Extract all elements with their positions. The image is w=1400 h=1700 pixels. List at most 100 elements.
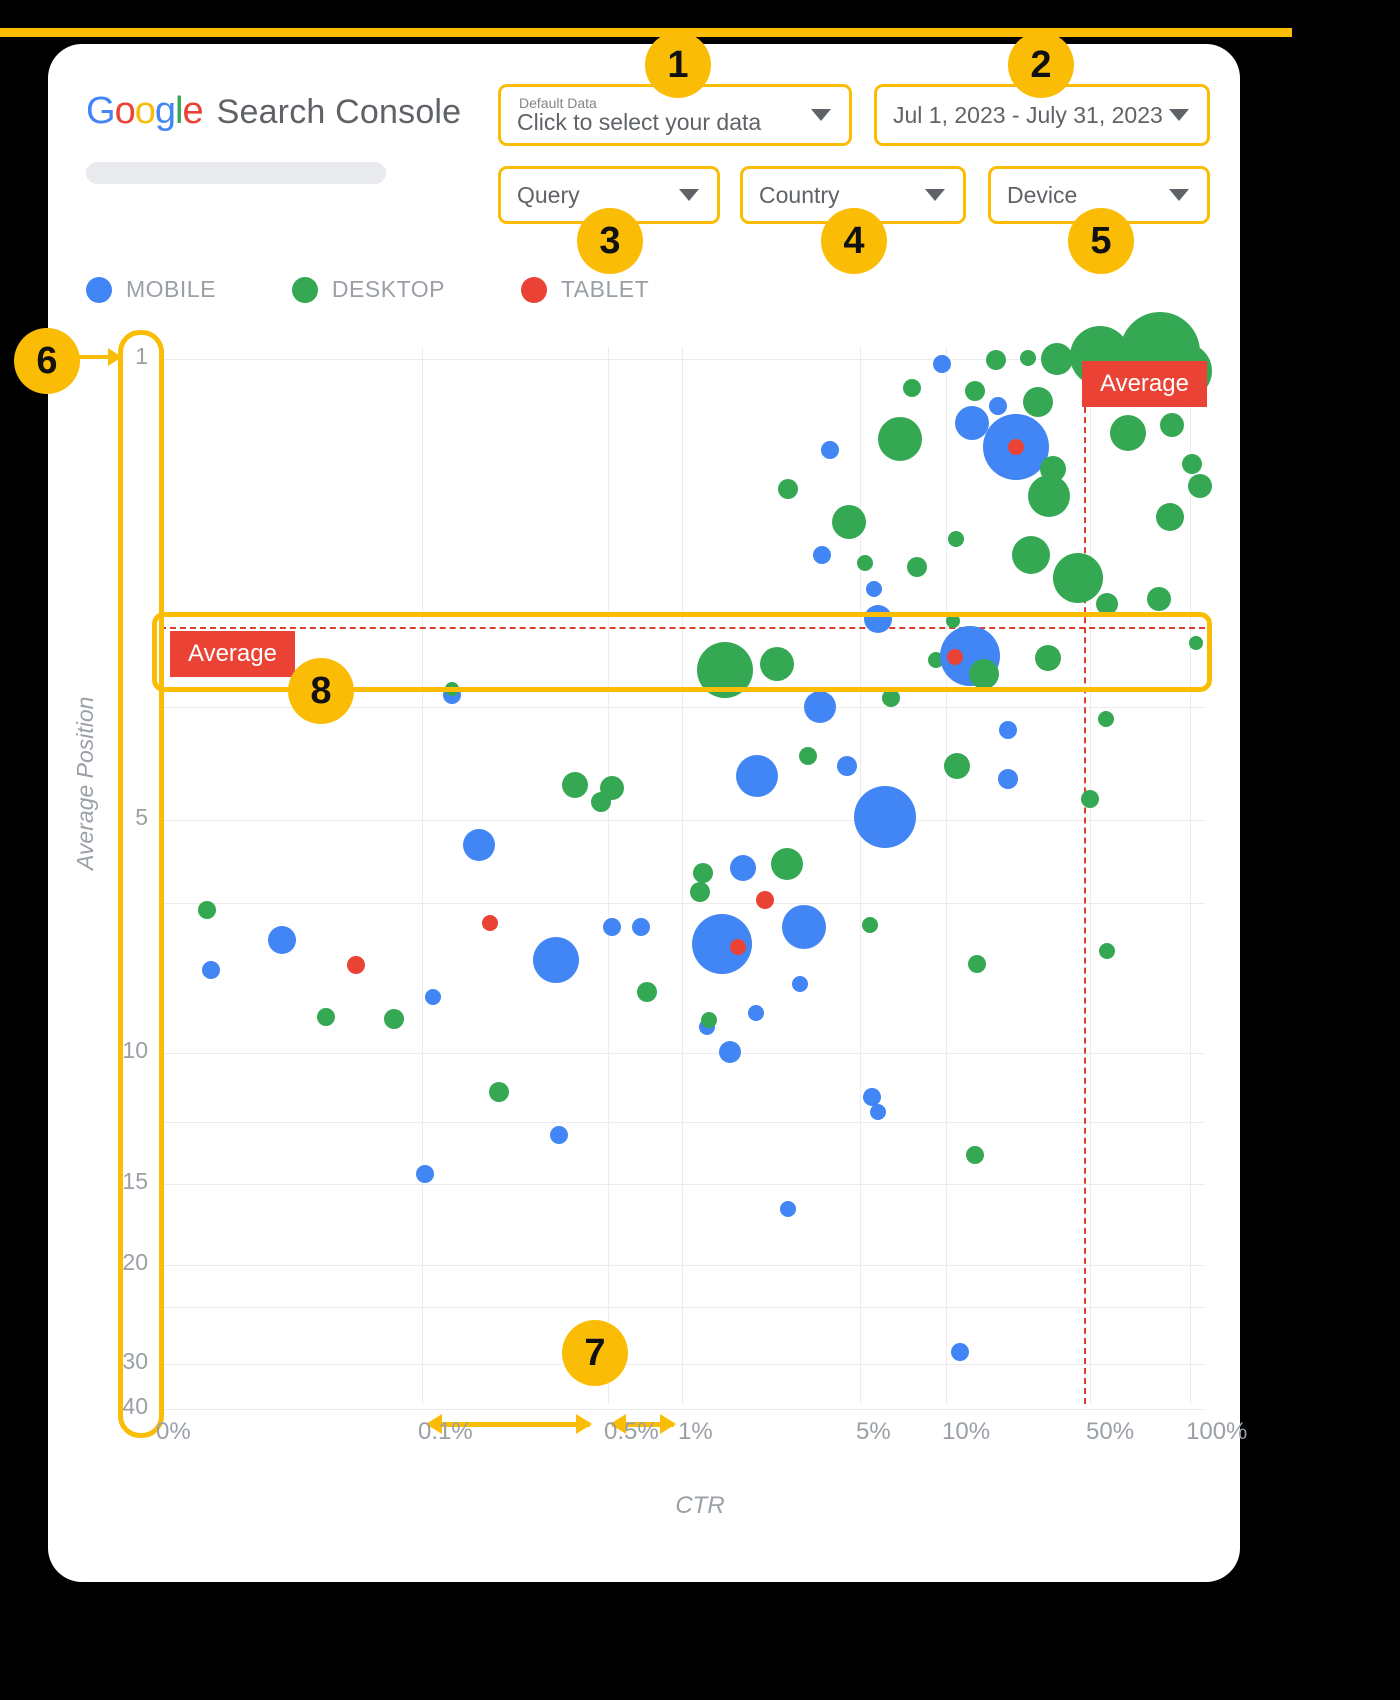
- data-bubble[interactable]: [198, 901, 216, 919]
- data-bubble[interactable]: [317, 1008, 335, 1026]
- data-bubble[interactable]: [693, 863, 713, 883]
- data-bubble[interactable]: [1189, 636, 1203, 650]
- data-bubble[interactable]: [268, 926, 296, 954]
- data-bubble[interactable]: [1188, 474, 1212, 498]
- data-bubble[interactable]: [907, 557, 927, 577]
- data-bubble[interactable]: [1096, 593, 1118, 615]
- data-bubble[interactable]: [951, 1343, 969, 1361]
- data-bubble[interactable]: [562, 772, 588, 798]
- data-bubble[interactable]: [989, 397, 1007, 415]
- data-bubble[interactable]: [882, 689, 900, 707]
- data-bubble[interactable]: [637, 982, 657, 1002]
- data-bubble[interactable]: [1081, 790, 1099, 808]
- data-bubble[interactable]: [999, 721, 1017, 739]
- data-bubble[interactable]: [955, 406, 989, 440]
- data-bubble[interactable]: [701, 1012, 717, 1028]
- data-bubble[interactable]: [799, 747, 817, 765]
- data-bubble[interactable]: [947, 649, 963, 665]
- legend-item-desktop[interactable]: DESKTOP: [291, 276, 445, 303]
- y-gridline: [160, 1265, 1205, 1266]
- data-bubble[interactable]: [832, 505, 866, 539]
- data-bubble[interactable]: [482, 915, 498, 931]
- data-bubble[interactable]: [533, 937, 579, 983]
- scatter-plot[interactable]: Average Average: [160, 312, 1212, 1410]
- legend-item-tablet[interactable]: TABLET: [520, 276, 649, 303]
- data-bubble[interactable]: [948, 531, 964, 547]
- data-bubble[interactable]: [837, 756, 857, 776]
- screenshot-root: Google Search Console Default Data Click…: [0, 0, 1400, 1700]
- data-bubble[interactable]: [1110, 415, 1146, 451]
- data-bubble[interactable]: [986, 350, 1006, 370]
- data-bubble[interactable]: [202, 961, 220, 979]
- data-bubble[interactable]: [690, 882, 710, 902]
- x-gridline: [1090, 347, 1091, 1404]
- data-bubble[interactable]: [1008, 439, 1024, 455]
- data-bubble[interactable]: [933, 355, 951, 373]
- data-bubble[interactable]: [965, 381, 985, 401]
- data-bubble[interactable]: [1160, 413, 1184, 437]
- data-bubble[interactable]: [1156, 503, 1184, 531]
- annotation-badge-2: 2: [1008, 32, 1074, 98]
- data-bubble[interactable]: [864, 605, 892, 633]
- data-bubble[interactable]: [748, 1005, 764, 1021]
- data-bubble[interactable]: [944, 753, 970, 779]
- data-bubble[interactable]: [489, 1082, 509, 1102]
- data-bubble[interactable]: [1147, 587, 1171, 611]
- data-bubble[interactable]: [862, 917, 878, 933]
- data-bubble[interactable]: [782, 905, 826, 949]
- data-bubble[interactable]: [778, 479, 798, 499]
- x-gridline: [860, 347, 861, 1404]
- data-bubble[interactable]: [804, 691, 836, 723]
- data-bubble[interactable]: [1028, 475, 1070, 517]
- data-bubble[interactable]: [736, 755, 778, 797]
- legend-label: MOBILE: [126, 276, 216, 302]
- data-bubble[interactable]: [878, 417, 922, 461]
- data-bubble[interactable]: [1053, 553, 1103, 603]
- y-gridline-minor: [160, 1122, 1205, 1123]
- data-bubble[interactable]: [969, 659, 999, 689]
- data-bubble[interactable]: [866, 581, 882, 597]
- data-bubble[interactable]: [946, 614, 960, 628]
- data-bubble[interactable]: [416, 1165, 434, 1183]
- data-bubble[interactable]: [730, 939, 746, 955]
- y-tick-label: 30: [122, 1348, 148, 1374]
- data-bubble[interactable]: [854, 786, 916, 848]
- data-bubble[interactable]: [756, 891, 774, 909]
- data-bubble[interactable]: [463, 829, 495, 861]
- data-bubble[interactable]: [1023, 387, 1053, 417]
- data-bubble[interactable]: [780, 1201, 796, 1217]
- y-gridline: [160, 1053, 1205, 1054]
- data-bubble[interactable]: [719, 1041, 741, 1063]
- data-bubble[interactable]: [1012, 536, 1050, 574]
- data-bubble[interactable]: [998, 769, 1018, 789]
- data-bubble[interactable]: [821, 441, 839, 459]
- data-bubble[interactable]: [966, 1146, 984, 1164]
- data-bubble[interactable]: [384, 1009, 404, 1029]
- data-bubble[interactable]: [1041, 343, 1073, 375]
- data-bubble[interactable]: [445, 682, 459, 696]
- data-bubble[interactable]: [857, 555, 873, 571]
- data-bubble[interactable]: [760, 647, 794, 681]
- data-bubble[interactable]: [1098, 711, 1114, 727]
- data-bubble[interactable]: [632, 918, 650, 936]
- data-bubble[interactable]: [870, 1104, 886, 1120]
- y-tick-label: 15: [122, 1168, 148, 1194]
- data-bubble[interactable]: [1020, 350, 1036, 366]
- data-bubble[interactable]: [813, 546, 831, 564]
- legend-item-mobile[interactable]: MOBILE: [86, 276, 216, 303]
- data-bubble[interactable]: [792, 976, 808, 992]
- x-tick-label: 50%: [1086, 1418, 1135, 1445]
- data-bubble[interactable]: [968, 955, 986, 973]
- data-bubble[interactable]: [771, 848, 803, 880]
- data-bubble[interactable]: [903, 379, 921, 397]
- data-bubble[interactable]: [1099, 943, 1115, 959]
- data-bubble[interactable]: [697, 642, 753, 698]
- data-bubble[interactable]: [1182, 454, 1202, 474]
- data-bubble[interactable]: [730, 855, 756, 881]
- data-bubble[interactable]: [600, 776, 624, 800]
- data-bubble[interactable]: [347, 956, 365, 974]
- data-bubble[interactable]: [550, 1126, 568, 1144]
- data-bubble[interactable]: [603, 918, 621, 936]
- data-bubble[interactable]: [1035, 645, 1061, 671]
- data-bubble[interactable]: [425, 989, 441, 1005]
